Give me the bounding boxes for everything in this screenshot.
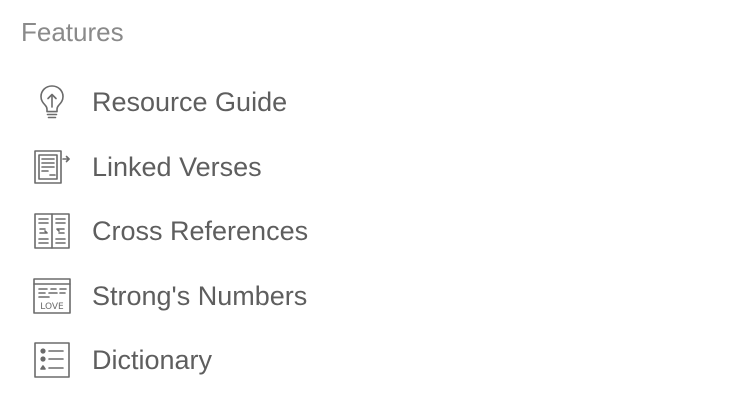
features-list: Resource Guide Linked Verses Cross Refer… bbox=[0, 70, 736, 393]
feature-label: Dictionary bbox=[92, 345, 213, 376]
features-section-title: Features bbox=[21, 17, 124, 47]
linked-verses-icon bbox=[30, 145, 74, 189]
svg-text:LOVE: LOVE bbox=[40, 302, 64, 312]
lightbulb-icon bbox=[30, 80, 74, 124]
feature-item-strongs-numbers[interactable]: LOVE Strong's Numbers bbox=[0, 264, 736, 329]
feature-item-linked-verses[interactable]: Linked Verses bbox=[0, 135, 736, 200]
strongs-numbers-icon: LOVE bbox=[30, 274, 74, 318]
feature-label: Cross References bbox=[92, 216, 309, 247]
feature-label: Linked Verses bbox=[92, 151, 262, 182]
feature-item-cross-references[interactable]: Cross References bbox=[0, 199, 736, 264]
cross-references-icon bbox=[30, 209, 74, 253]
features-panel: Features Resource Guide Linked Verses Cr… bbox=[0, 0, 736, 410]
feature-label: Resource Guide bbox=[92, 87, 288, 118]
feature-item-dictionary[interactable]: Dictionary bbox=[0, 328, 736, 393]
feature-label: Strong's Numbers bbox=[92, 280, 308, 311]
dictionary-icon bbox=[30, 338, 74, 382]
feature-item-resource-guide[interactable]: Resource Guide bbox=[0, 70, 736, 135]
